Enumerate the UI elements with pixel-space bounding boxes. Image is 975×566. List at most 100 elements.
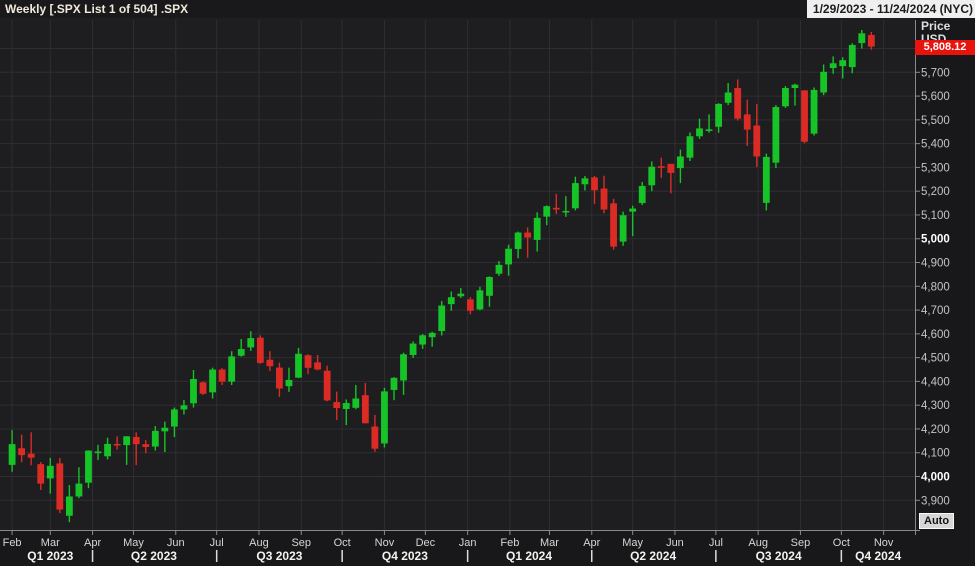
candle-body [123, 436, 130, 445]
candle-body [562, 211, 569, 213]
candle-body [706, 129, 713, 131]
candle-body [28, 454, 35, 458]
candle-body [362, 395, 369, 423]
quarter-label: Q1 2023 [27, 549, 73, 563]
month-label: Nov [375, 537, 395, 549]
candle-body [238, 349, 245, 356]
y-tick-label: 5,300 [921, 162, 950, 174]
y-tick-label: 5,700 [921, 67, 950, 79]
candle-body [830, 63, 837, 68]
candle-body [133, 437, 140, 444]
y-tick-label: 4,700 [921, 305, 950, 317]
candle-body [811, 90, 818, 134]
candle-body [85, 451, 92, 483]
candle-body [868, 35, 875, 47]
month-label: Oct [334, 537, 351, 549]
month-label: Oct [833, 537, 850, 549]
candle-body [591, 177, 598, 190]
candle-body [343, 403, 350, 409]
candle-body [314, 362, 321, 369]
candle-body [333, 402, 340, 408]
candle-body [792, 85, 799, 88]
candle-body [763, 157, 770, 203]
month-label: Jul [210, 537, 224, 549]
candle-body [190, 379, 197, 403]
candle-body [66, 496, 73, 515]
candle-body [448, 297, 455, 304]
candle-body [161, 428, 168, 432]
candle-body [572, 183, 579, 208]
candle-body [601, 189, 608, 210]
candle-body [734, 88, 741, 119]
charting-app-window: Weekly [.SPX List 1 of 504] .SPX 1/29/20… [0, 0, 975, 566]
candle-body [438, 306, 445, 331]
candle-body [658, 166, 665, 168]
y-tick-label: 4,800 [921, 281, 950, 293]
candle-body [582, 178, 589, 184]
quarter-label: Q3 2023 [256, 549, 302, 563]
candle-body [410, 344, 417, 355]
candlestick-chart[interactable]: 5,8005,7005,6005,5005,4005,3005,2005,100… [0, 0, 975, 566]
quarter-label: Q2 2023 [131, 549, 177, 563]
month-label: Apr [84, 537, 101, 549]
candle-body [305, 355, 312, 368]
candle-body [620, 215, 627, 241]
candle-body [858, 33, 865, 43]
candle-body [286, 380, 293, 386]
candle-body [610, 203, 617, 246]
candle-body [247, 338, 254, 347]
candle-body [477, 290, 484, 309]
month-label: May [622, 537, 643, 549]
y-tick-label: 5,100 [921, 210, 950, 222]
auto-scale-button[interactable]: Auto [919, 513, 954, 529]
y-tick-label: 4,500 [921, 353, 950, 365]
y-tick-label: 3,900 [921, 495, 950, 507]
y-tick-label: 4,200 [921, 424, 950, 436]
y-tick-label: 5,000 [921, 234, 950, 246]
month-label: Dec [416, 537, 436, 549]
month-label: Feb [3, 537, 22, 549]
month-label: Aug [748, 537, 768, 549]
candle-body [295, 354, 302, 378]
last-price-badge: 5,808.12 [915, 40, 975, 55]
quarter-label: Q4 2024 [855, 549, 901, 563]
quarter-label: Q2 2024 [630, 549, 676, 563]
candle-body [744, 114, 751, 129]
candle-body [839, 60, 846, 66]
candle-body [419, 335, 426, 344]
candle-body [219, 370, 226, 382]
month-label: Jun [167, 537, 185, 549]
candle-body [753, 126, 760, 157]
title-bar: Weekly [.SPX List 1 of 504] .SPX 1/29/20… [0, 0, 975, 18]
month-label: Nov [874, 537, 894, 549]
candle-body [496, 265, 503, 274]
y-tick-label: 4,900 [921, 258, 950, 270]
candle-body [629, 209, 636, 212]
month-label: Jan [459, 537, 477, 549]
month-label: Feb [500, 537, 519, 549]
candle-body [534, 218, 541, 240]
candle-body [429, 333, 436, 337]
candle-body [352, 399, 359, 408]
candle-body [486, 277, 493, 296]
candle-body [725, 93, 732, 103]
candle-body [391, 378, 398, 390]
quarter-label: Q3 2024 [756, 549, 802, 563]
month-label: Jun [666, 537, 684, 549]
candle-body [667, 164, 674, 173]
month-label: May [123, 537, 144, 549]
candle-body [324, 371, 331, 401]
candle-body [181, 405, 188, 409]
candle-body [543, 206, 550, 216]
y-tick-label: 4,100 [921, 448, 950, 460]
month-label: Aug [249, 537, 269, 549]
candle-body [849, 45, 856, 67]
month-label: Apr [583, 537, 600, 549]
candle-body [209, 370, 216, 393]
candle-body [47, 466, 54, 479]
month-label: Jul [709, 537, 723, 549]
candle-body [381, 391, 388, 443]
candle-body [467, 299, 474, 310]
candle-body [56, 463, 63, 509]
candle-body [142, 444, 149, 447]
